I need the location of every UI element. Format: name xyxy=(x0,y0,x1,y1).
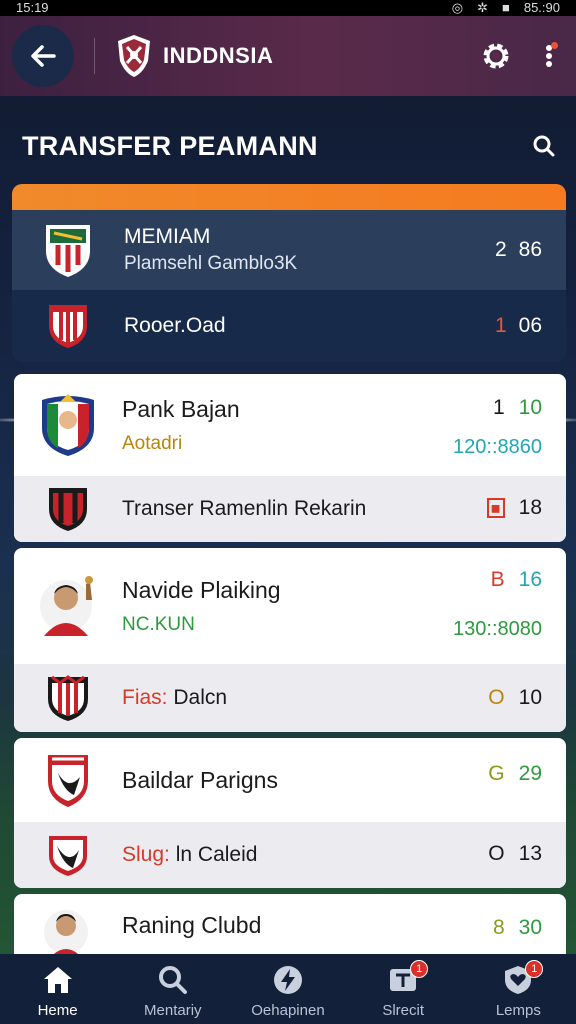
nav-label: Heme xyxy=(37,1002,78,1019)
score: O 10 xyxy=(488,686,542,710)
transfer-row[interactable]: Raning Clubd 8 30 xyxy=(14,894,566,954)
score: G 29 xyxy=(488,762,542,786)
app-bar: INDDNSIA xyxy=(0,16,576,96)
search-icon xyxy=(158,966,187,994)
club-crest-icon xyxy=(14,664,122,732)
transfer-club: ln Caleid xyxy=(175,843,258,866)
transfer-fee: 120::8860 xyxy=(453,436,542,458)
transfer-card[interactable]: Baildar Parigns G 29 Slug: ln Caleid O 1… xyxy=(14,738,566,888)
featured-accent-stripe xyxy=(12,184,566,210)
score-right: 10 xyxy=(518,396,542,419)
score: 1 10 xyxy=(493,396,542,420)
club-crest-icon xyxy=(14,738,122,822)
transfer-row[interactable]: Slug: ln Caleid O 13 xyxy=(14,822,566,888)
player-avatar xyxy=(14,894,122,954)
score-left: G xyxy=(488,762,505,785)
transfer-row[interactable]: Navide Plaiking NC.KUN B 16 130::8080 xyxy=(14,548,566,664)
score: 2 86 xyxy=(495,238,566,262)
menu-notification-dot xyxy=(551,42,558,49)
featured-row[interactable]: MEMIAM Plamsehl Gamblo3K 2 86 xyxy=(12,210,566,290)
transfer-card[interactable]: Raning Clubd 8 30 xyxy=(14,894,566,954)
club-crest-icon xyxy=(14,822,122,888)
nav-label: Lemps xyxy=(495,1002,541,1019)
transfer-card[interactable]: Navide Plaiking NC.KUN B 16 130::8080 Fi… xyxy=(14,548,566,732)
wifi-icon: ◎ xyxy=(451,0,464,15)
nav-search[interactable]: Mentariy xyxy=(118,954,228,1019)
transfer-club: Dalcn xyxy=(173,686,228,709)
score-right: 86 xyxy=(518,238,542,261)
club-name: Rooer.Oad xyxy=(124,314,226,337)
arrow-left-icon xyxy=(31,45,56,67)
score-right: 29 xyxy=(518,762,542,785)
transfer-row[interactable]: Transer Ramenlin Rekarin ◼ 18 xyxy=(14,476,566,542)
transfer-tag: Slug: xyxy=(122,843,170,866)
app-title: INDDNSIA xyxy=(163,43,274,68)
transfer-row[interactable]: Pank Bajan Aotadri 1 10 120::8860 xyxy=(14,374,566,476)
club-crest-icon xyxy=(12,210,124,290)
bolt-icon xyxy=(273,966,302,994)
search-icon xyxy=(533,135,555,157)
gear-icon xyxy=(483,43,509,69)
notification-badge: 1 xyxy=(525,960,544,978)
settings-button[interactable] xyxy=(476,36,516,76)
score-flag-icon: ◼ xyxy=(486,498,505,518)
transfer-row[interactable]: Baildar Parigns G 29 xyxy=(14,738,566,822)
transfer-fee: 130::8080 xyxy=(453,618,542,640)
score-right: 06 xyxy=(518,314,542,337)
score: B 16 xyxy=(491,568,542,592)
score-left: 1 xyxy=(492,396,505,419)
score-left: 8 xyxy=(492,916,505,939)
transfer-tag: Fias: xyxy=(122,686,168,709)
player-detail: Plamsehl Gamblo3K xyxy=(124,253,298,274)
score: 8 30 xyxy=(493,916,542,940)
signal-icon: ✲ xyxy=(477,0,488,15)
status-bar: 15:19 ◎ ✲ ■ 85.:90 xyxy=(0,0,576,16)
score-left: 1 xyxy=(494,314,507,337)
score-right: 16 xyxy=(518,568,542,591)
page-title: TRANSFER PEAMANN xyxy=(22,130,318,161)
bottom-navigation: Heme Mentariy Oehapinen 1 Slrecit 1 Lemp… xyxy=(0,954,576,1024)
search-button[interactable] xyxy=(526,128,562,164)
club-crest-icon xyxy=(14,374,122,476)
nav-notices[interactable]: 1 Slrecit xyxy=(348,954,458,1019)
score-right: 30 xyxy=(518,916,542,939)
transfer-card[interactable]: Pank Bajan Aotadri 1 10 120::8860 Transe… xyxy=(14,374,566,542)
score-left: O xyxy=(488,686,505,709)
status-battery: 85.:90 xyxy=(523,0,560,15)
featured-row[interactable]: Rooer.Oad 1 06 xyxy=(12,290,566,362)
nav-leagues[interactable]: 1 Lemps xyxy=(463,954,573,1019)
transfer-row[interactable]: Fias: Dalcn O 10 xyxy=(14,664,566,732)
club-crest-icon xyxy=(12,290,124,362)
status-time: 15:19 xyxy=(16,0,49,15)
score-right: 18 xyxy=(518,496,542,519)
back-button[interactable] xyxy=(12,25,74,87)
club-shield-logo xyxy=(118,35,150,77)
score: O 13 xyxy=(488,842,542,866)
nav-activity[interactable]: Oehapinen xyxy=(233,954,343,1019)
notification-badge: 1 xyxy=(410,960,429,978)
nav-label: Oehapinen xyxy=(251,1002,325,1019)
player-name: MEMIAM xyxy=(124,225,211,248)
player-avatar xyxy=(14,548,122,664)
club-crest-icon xyxy=(14,476,122,542)
page-header: TRANSFER PEAMANN xyxy=(22,126,562,166)
score: ◼ 18 xyxy=(486,496,542,520)
battery-icon: ■ xyxy=(501,0,510,15)
app-bar-divider xyxy=(94,38,95,74)
score-left: 2 xyxy=(494,238,507,261)
score-right: 13 xyxy=(518,842,542,865)
featured-transfer-card[interactable]: MEMIAM Plamsehl Gamblo3K 2 86 Rooer.Oad … xyxy=(12,184,566,362)
score-left: B xyxy=(490,568,505,591)
score-right: 10 xyxy=(518,686,542,709)
score: 1 06 xyxy=(495,314,566,338)
nav-label: Slrecit xyxy=(382,1002,424,1019)
nav-home[interactable]: Heme xyxy=(3,954,113,1019)
home-icon xyxy=(43,967,72,993)
more-menu-button[interactable] xyxy=(534,36,564,76)
score-left: O xyxy=(488,842,505,865)
nav-label: Mentariy xyxy=(144,1002,202,1019)
